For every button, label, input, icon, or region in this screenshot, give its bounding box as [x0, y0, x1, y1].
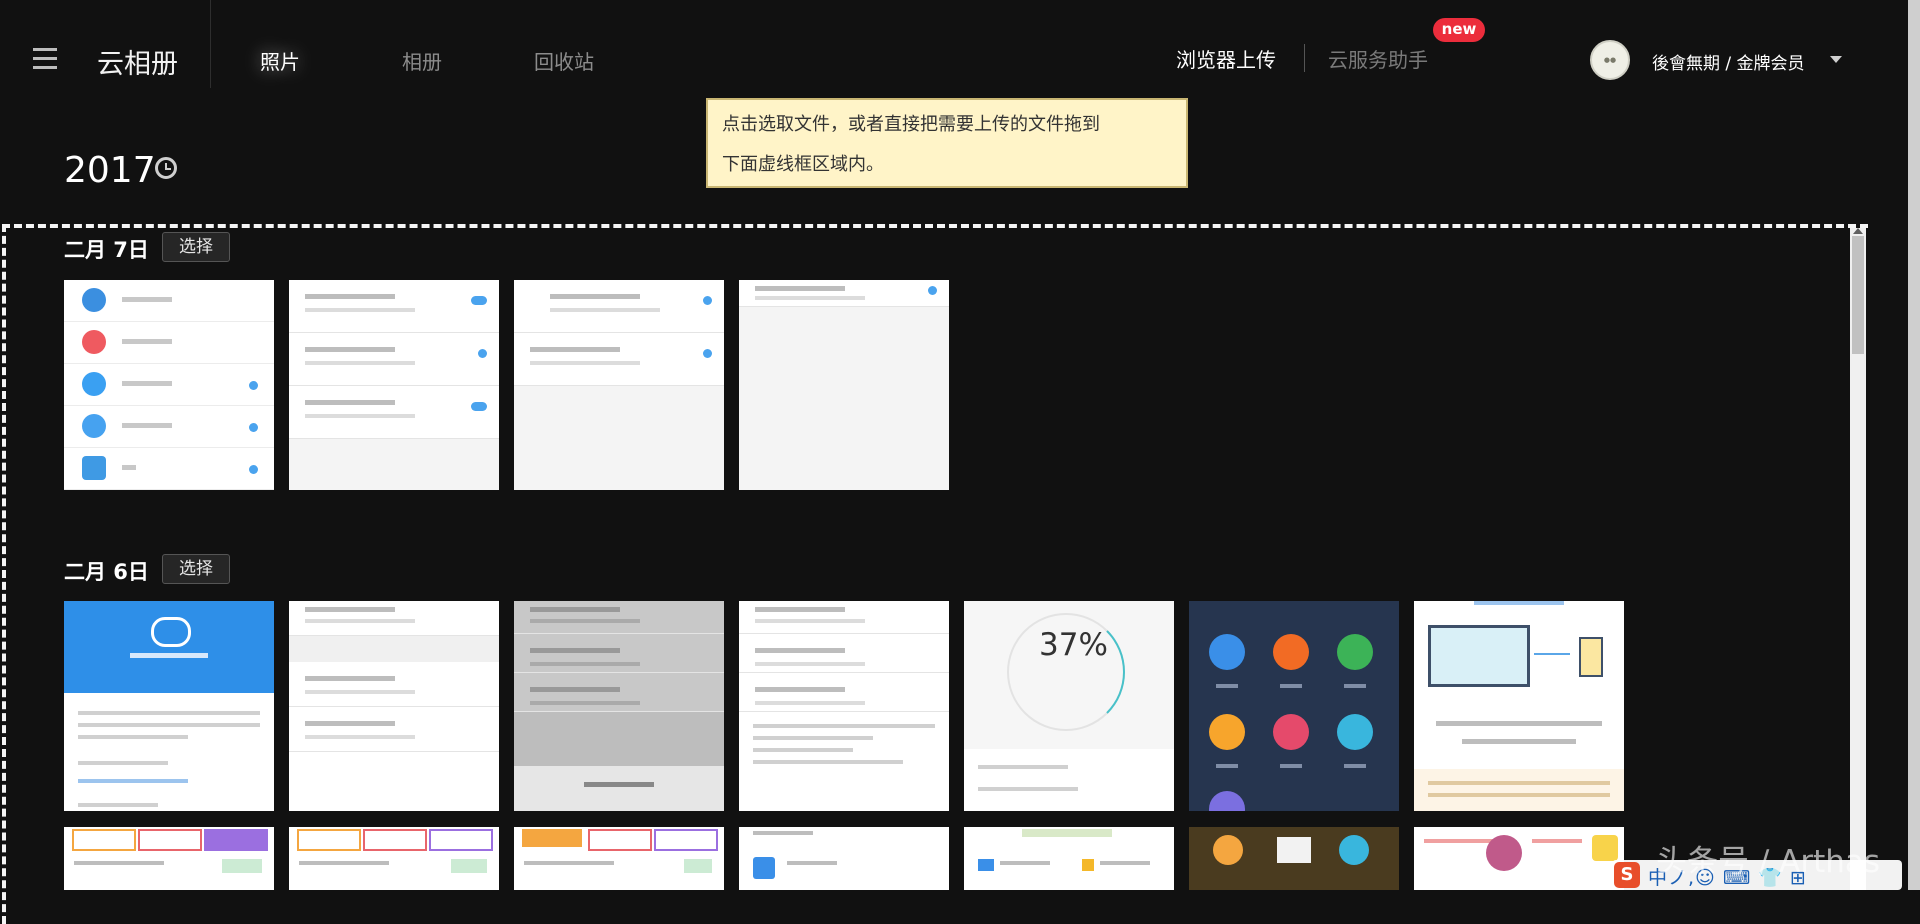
header-divider — [210, 0, 211, 88]
photo-thumbnail[interactable] — [64, 827, 274, 890]
watermark: 头条号 / Arthas — [1656, 844, 1881, 880]
cloud-assistant-link[interactable]: 云服务助手 — [1328, 44, 1428, 73]
date-label-feb6: 二月 6日 — [64, 560, 149, 584]
photo-thumbnail[interactable] — [64, 280, 274, 490]
upload-tooltip: 点击选取文件，或者直接把需要上传的文件拖到 下面虚线框区域内。 — [706, 98, 1188, 188]
user-menu[interactable]: 後會無期 / 金牌会员 — [1652, 49, 1805, 74]
menu-icon[interactable] — [33, 48, 57, 70]
photo-thumbnail[interactable] — [514, 827, 724, 890]
photo-thumbnail[interactable] — [1414, 827, 1624, 890]
photo-thumbnail[interactable] — [739, 827, 949, 890]
progress-percent-text: 37% — [1039, 627, 1108, 663]
chevron-down-icon[interactable] — [1830, 56, 1842, 63]
photo-thumbnail[interactable] — [289, 601, 499, 811]
window-edge — [1908, 0, 1920, 890]
avatar[interactable]: ●● — [1590, 40, 1630, 80]
year-heading: 2017 — [64, 150, 156, 191]
tab-photos[interactable]: 照片 — [260, 46, 300, 75]
date-label-feb7: 二月 7日 — [64, 238, 149, 262]
select-button-feb6[interactable]: 选择 — [162, 554, 230, 584]
photo-thumbnail[interactable] — [964, 827, 1174, 890]
photo-thumbnail[interactable] — [289, 827, 499, 890]
tab-recycle-bin[interactable]: 回收站 — [534, 46, 594, 75]
select-button-feb7[interactable]: 选择 — [162, 232, 230, 262]
photo-thumbnail[interactable]: 37% — [964, 601, 1174, 811]
link-divider — [1304, 44, 1305, 72]
photo-thumbnail[interactable] — [1189, 827, 1399, 890]
new-badge: new — [1433, 18, 1485, 42]
app-title[interactable]: 云相册 — [97, 42, 178, 81]
tooltip-line-1: 点击选取文件，或者直接把需要上传的文件拖到 — [722, 114, 1100, 135]
photo-thumbnail[interactable] — [1414, 601, 1624, 811]
photo-thumbnail[interactable] — [739, 280, 949, 490]
photo-thumbnail[interactable] — [739, 601, 949, 811]
photo-thumbnail[interactable] — [289, 280, 499, 490]
tooltip-line-2: 下面虚线框区域内。 — [722, 154, 884, 175]
scroll-thumb[interactable] — [1852, 236, 1864, 354]
photo-thumbnail[interactable] — [514, 280, 724, 490]
photo-thumbnail[interactable] — [514, 601, 724, 811]
photo-thumbnail[interactable] — [1189, 601, 1399, 811]
scroll-up-arrow-icon[interactable] — [1853, 228, 1863, 234]
photo-thumbnail[interactable] — [64, 601, 274, 811]
vertical-scrollbar[interactable] — [1850, 228, 1866, 890]
browser-upload-link[interactable]: 浏览器上传 — [1176, 44, 1276, 73]
sogou-icon[interactable]: S — [1614, 862, 1640, 888]
tab-albums[interactable]: 相册 — [402, 46, 442, 75]
clock-icon[interactable] — [155, 157, 177, 179]
